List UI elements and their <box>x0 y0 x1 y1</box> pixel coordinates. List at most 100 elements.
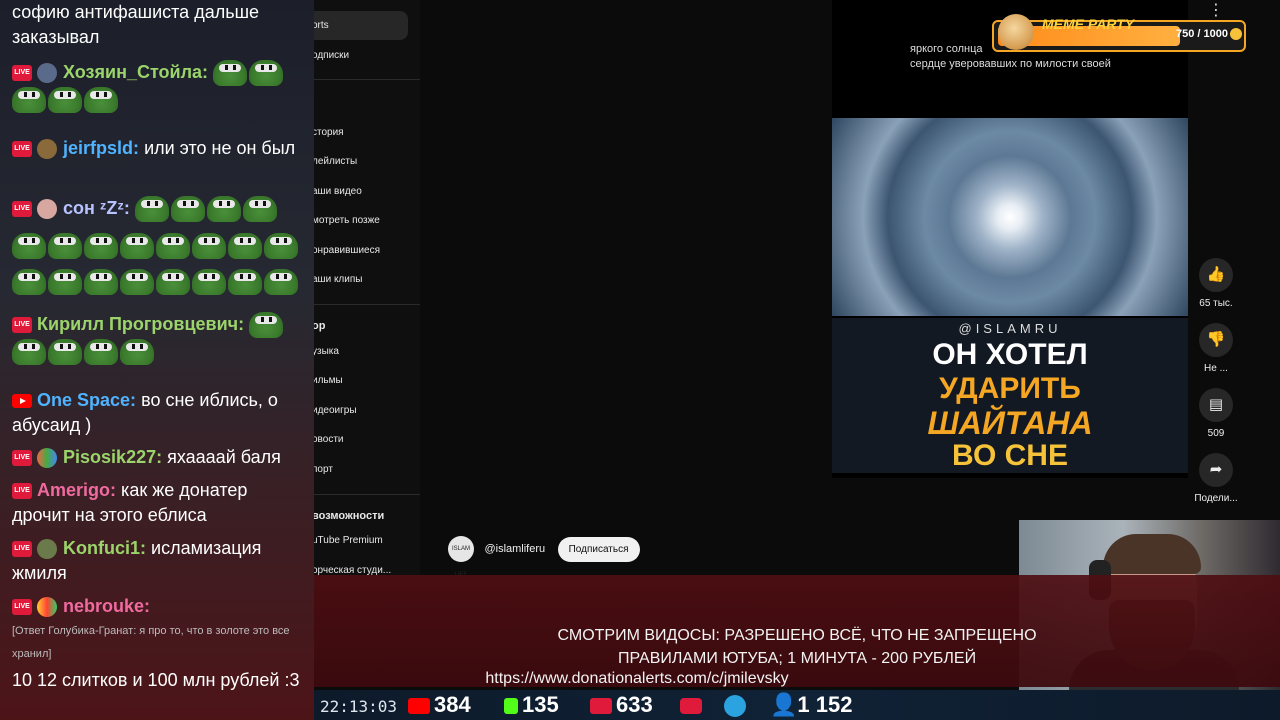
video-title-line: УДАРИТЬ <box>939 372 1081 405</box>
pepe-emote-icon <box>228 268 262 295</box>
pepe-emote-icon <box>84 338 118 365</box>
pepe-emote-icon <box>264 268 298 295</box>
donation-banner: СМОТРИМ ВИДОСЫ: РАЗРЕШЕНО ВСЁ, ЧТО НЕ ЗА… <box>314 575 1280 687</box>
chat-message: LIVE nebrouke: <box>12 594 308 619</box>
chat-message: One Space: во сне иблись, о абусаид ) <box>12 388 308 438</box>
sidebar-item-gaming[interactable]: идеоигры <box>312 405 357 416</box>
vk-video <box>680 692 706 718</box>
chat-username: Кирилл Прогровцевич: <box>37 314 245 334</box>
webcam-hair <box>1103 534 1201 574</box>
chat-username: jeirfpsld: <box>63 138 140 158</box>
channel-name[interactable]: @islamliferu <box>484 543 545 555</box>
pepe-emote-icon <box>48 338 82 365</box>
sidebar-section-explore: ор <box>312 320 326 332</box>
comment-icon[interactable]: ▤ <box>1199 388 1233 422</box>
like-action: 👍 65 тыс. <box>1192 258 1240 309</box>
comments-count: 509 <box>1207 428 1225 439</box>
coin-icon <box>1230 28 1242 40</box>
sidebar-item-history[interactable]: стория <box>312 127 344 138</box>
like-count: 65 тыс. <box>1199 298 1233 309</box>
chat-text: или это не он был <box>144 138 296 158</box>
cloud-vortex-image <box>832 118 1188 316</box>
pepe-emote-icon <box>170 196 205 223</box>
pepe-emote-icon <box>192 232 226 259</box>
sidebar-item-subscriptions[interactable]: одписки <box>312 50 349 61</box>
pepe-emote-icon <box>84 86 118 113</box>
donation-link[interactable]: https://www.donationalerts.com/c/jmilevs… <box>154 670 1120 688</box>
share-action: ➦ Подели... <box>1192 453 1240 504</box>
meme-party-title: MEME PARTY <box>1042 16 1135 32</box>
youtube-viewers: 384 <box>408 692 471 718</box>
share-icon[interactable]: ➦ <box>1199 453 1233 487</box>
chat-message: LIVE jeirfpsld: или это не он был <box>12 136 308 161</box>
youtube-sidebar: orts одписки стория лейлисты аши видео м… <box>312 0 420 578</box>
pepe-emote-icon <box>12 268 46 295</box>
sidebar-divider <box>312 304 420 305</box>
live-platform-icon: LIVE <box>12 541 32 558</box>
chat-username: One Space: <box>37 390 137 410</box>
pepe-emote-icon <box>48 86 82 113</box>
chat-username: Konfuci1: <box>63 538 147 558</box>
dislike-action: 👎 Не ... <box>1192 323 1240 374</box>
chat-username: сон ᶻZᶻ: <box>63 198 130 218</box>
doge-icon <box>998 14 1034 50</box>
channel-row: ISLAM LIFE @islamliferu Подписаться <box>448 536 640 578</box>
video-title-line: ШАЙТАНА <box>927 405 1093 441</box>
sidebar-item-sport[interactable]: порт <box>312 464 333 475</box>
sidebar-item-music[interactable]: узыка <box>312 346 339 357</box>
pepe-emote-icon <box>206 196 241 223</box>
sidebar-item-your-clips[interactable]: аши клипы <box>312 274 362 285</box>
sidebar-item-playlists[interactable]: лейлисты <box>312 156 357 167</box>
chat-message: софию антифашиста дальше заказывал <box>12 0 308 50</box>
chat-message: LIVE Кирилл Прогровцевич: <box>12 312 308 365</box>
user-avatar <box>37 539 58 560</box>
pepe-emote-icon <box>84 232 118 259</box>
live-viewer-count: 633 <box>616 692 653 717</box>
live-platform-icon: LIVE <box>12 201 32 218</box>
user-avatar <box>37 139 58 160</box>
kick-icon <box>504 698 518 715</box>
channel-avatar[interactable]: ISLAM LIFE <box>448 536 474 578</box>
video-title-line: ВО СНЕ <box>952 439 1068 472</box>
pepe-emote-icon <box>242 196 277 223</box>
chat-username: Pisosik227: <box>63 447 163 467</box>
sidebar-item-movies[interactable]: ильмы <box>312 375 343 386</box>
pepe-emote-icon <box>12 338 46 365</box>
live-icon <box>590 698 612 715</box>
pepe-emote-icon <box>156 232 190 259</box>
pepe-emote-icon <box>48 268 82 295</box>
sidebar-item-your-videos[interactable]: аши видео <box>312 186 362 197</box>
sidebar-item-watch-later[interactable]: мотреть позже <box>312 215 380 226</box>
user-avatar <box>37 199 58 220</box>
pepe-emote-icon <box>12 86 46 113</box>
banner-line: ПРАВИЛАМИ ЮТУБА; 1 МИНУТА - 200 РУБЛЕЙ <box>617 650 977 667</box>
chat-message: LIVE Хозяин_Стойла: <box>12 60 308 113</box>
stream-chat: софию антифашиста дальше заказывал LIVE … <box>0 0 314 720</box>
pepe-emote-icon <box>249 60 284 87</box>
pepe-emote-icon <box>12 232 46 259</box>
sidebar-item-youtube-premium[interactable]: uTube Premium <box>312 535 383 546</box>
youtube-icon <box>408 698 430 715</box>
live-platform-icon: LIVE <box>12 141 32 158</box>
user-avatar <box>37 597 58 618</box>
video-title-overlay: @ISLAMRU ОН ХОТЕЛ УДАРИТЬ ШАЙТАНА ВО СНЕ <box>832 318 1188 473</box>
thumbs-down-icon[interactable]: 👎 <box>1199 323 1233 357</box>
chat-text: софию антифашиста дальше заказывал <box>12 2 260 47</box>
chat-message: LIVE Pisosik227: яхаааай баля <box>12 445 308 470</box>
share-label: Подели... <box>1194 493 1238 504</box>
total-viewers: 👤1 152 <box>770 692 852 718</box>
sidebar-item-shorts[interactable]: orts <box>312 20 329 31</box>
sidebar-item-news[interactable]: овости <box>312 434 344 445</box>
pepe-emote-icon <box>192 268 226 295</box>
youtube-viewer-count: 384 <box>434 692 471 717</box>
pepe-emote-icon <box>84 268 118 295</box>
live-platform-icon: LIVE <box>12 450 32 467</box>
kick-viewers: 135 <box>504 692 559 718</box>
sidebar-item-liked[interactable]: онравившиеся <box>312 245 380 256</box>
live-platform-icon: LIVE <box>12 317 32 334</box>
thumbs-up-icon[interactable]: 👍 <box>1199 258 1233 292</box>
subscribe-button[interactable]: Подписаться <box>557 536 640 562</box>
pepe-emote-icon <box>213 60 248 87</box>
more-options-icon[interactable]: ⋮ <box>1208 0 1224 20</box>
user-avatar <box>37 448 58 469</box>
